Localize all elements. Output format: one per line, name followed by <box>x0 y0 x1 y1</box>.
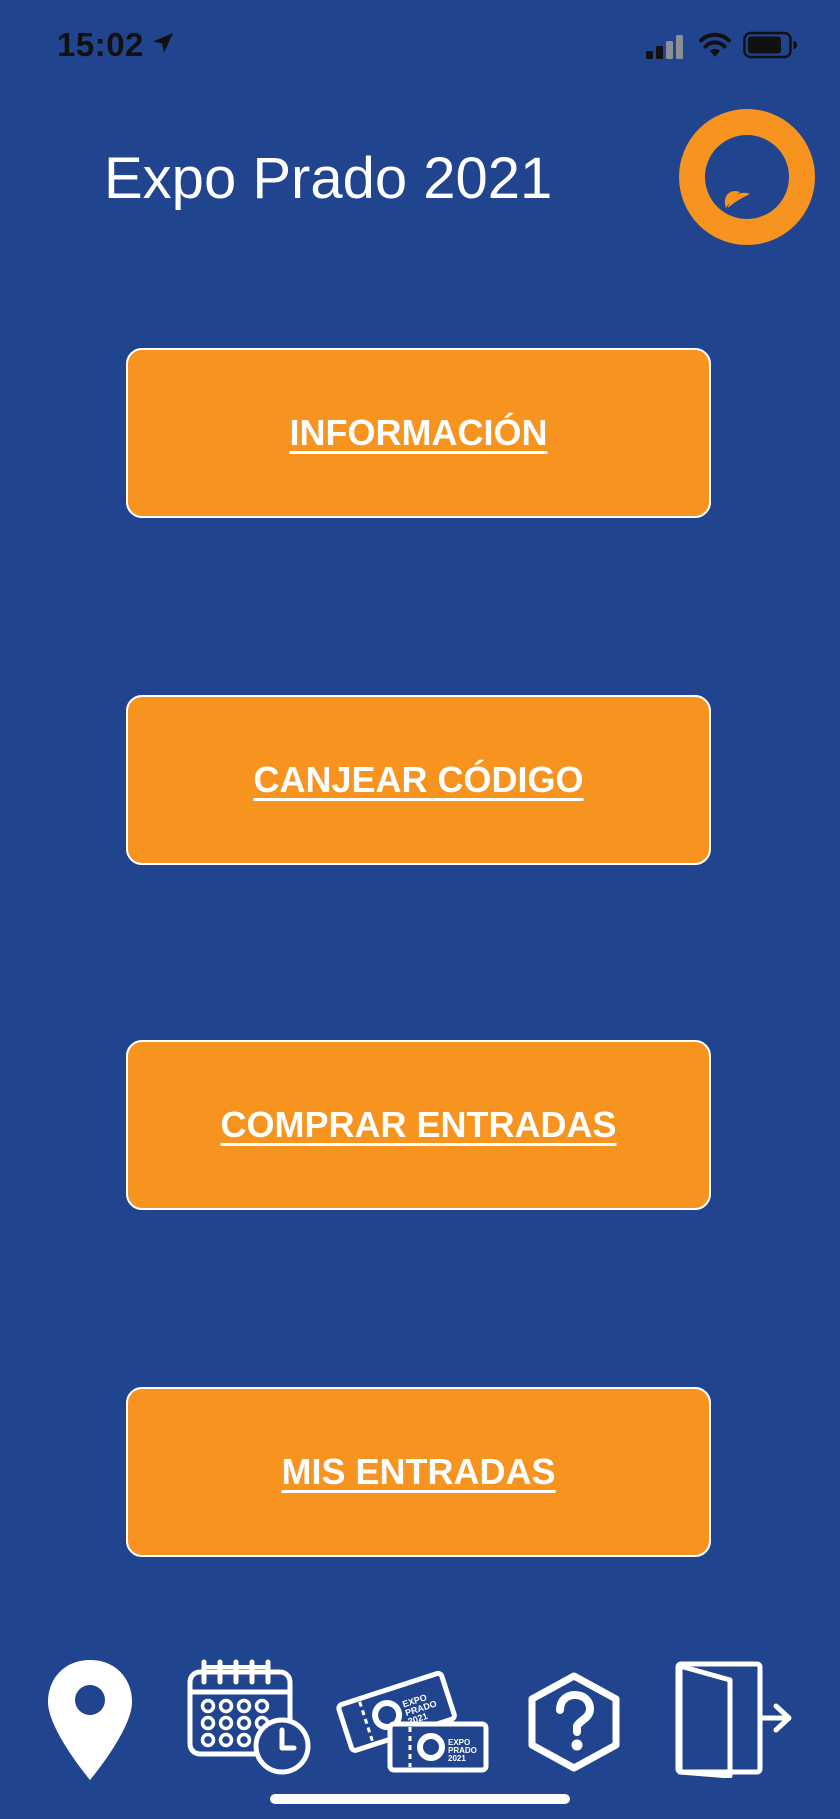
help-hexagon-icon <box>528 1672 620 1772</box>
page-title: Expo Prado 2021 <box>104 146 553 211</box>
home-indicator[interactable] <box>270 1794 570 1804</box>
tab-tickets[interactable]: EXPO PRADO 2021 EXPO PRADO 2021 <box>334 1658 494 1782</box>
tab-calendar[interactable] <box>186 1658 316 1778</box>
battery-icon <box>743 31 797 59</box>
informacion-button[interactable]: INFORMACIÓN <box>126 348 711 518</box>
expo-prado-logo-icon <box>679 109 815 245</box>
status-time: 15:02 <box>57 26 144 63</box>
comprar-entradas-button[interactable]: COMPRAR ENTRADAS <box>126 1040 711 1210</box>
canjear-codigo-button[interactable]: CANJEAR CÓDIGO <box>126 695 711 865</box>
cellular-signal-icon <box>646 35 683 59</box>
canjear-codigo-button-label: CANJEAR CÓDIGO <box>253 759 584 800</box>
map-pin-icon <box>48 1660 132 1780</box>
ticket2-text-bottom: 2021 <box>448 1754 466 1763</box>
informacion-button-label: INFORMACIÓN <box>289 412 548 453</box>
calendar-clock-icon <box>187 1659 311 1775</box>
exit-door-icon <box>675 1661 792 1778</box>
tab-help[interactable] <box>524 1672 624 1772</box>
tab-bar: EXPO PRADO 2021 EXPO PRADO 2021 <box>0 1650 840 1790</box>
tab-map[interactable] <box>44 1656 136 1784</box>
comprar-entradas-button-label: COMPRAR ENTRADAS <box>220 1104 617 1145</box>
mis-entradas-button[interactable]: MIS ENTRADAS <box>126 1387 711 1557</box>
location-arrow-icon <box>153 33 173 53</box>
wifi-icon <box>699 32 731 57</box>
tickets-icon: EXPO PRADO 2021 EXPO PRADO 2021 <box>336 1670 489 1773</box>
tab-exit[interactable] <box>674 1660 796 1778</box>
status-bar: 15:02 <box>0 0 840 96</box>
mis-entradas-button-label: MIS ENTRADAS <box>281 1451 556 1492</box>
